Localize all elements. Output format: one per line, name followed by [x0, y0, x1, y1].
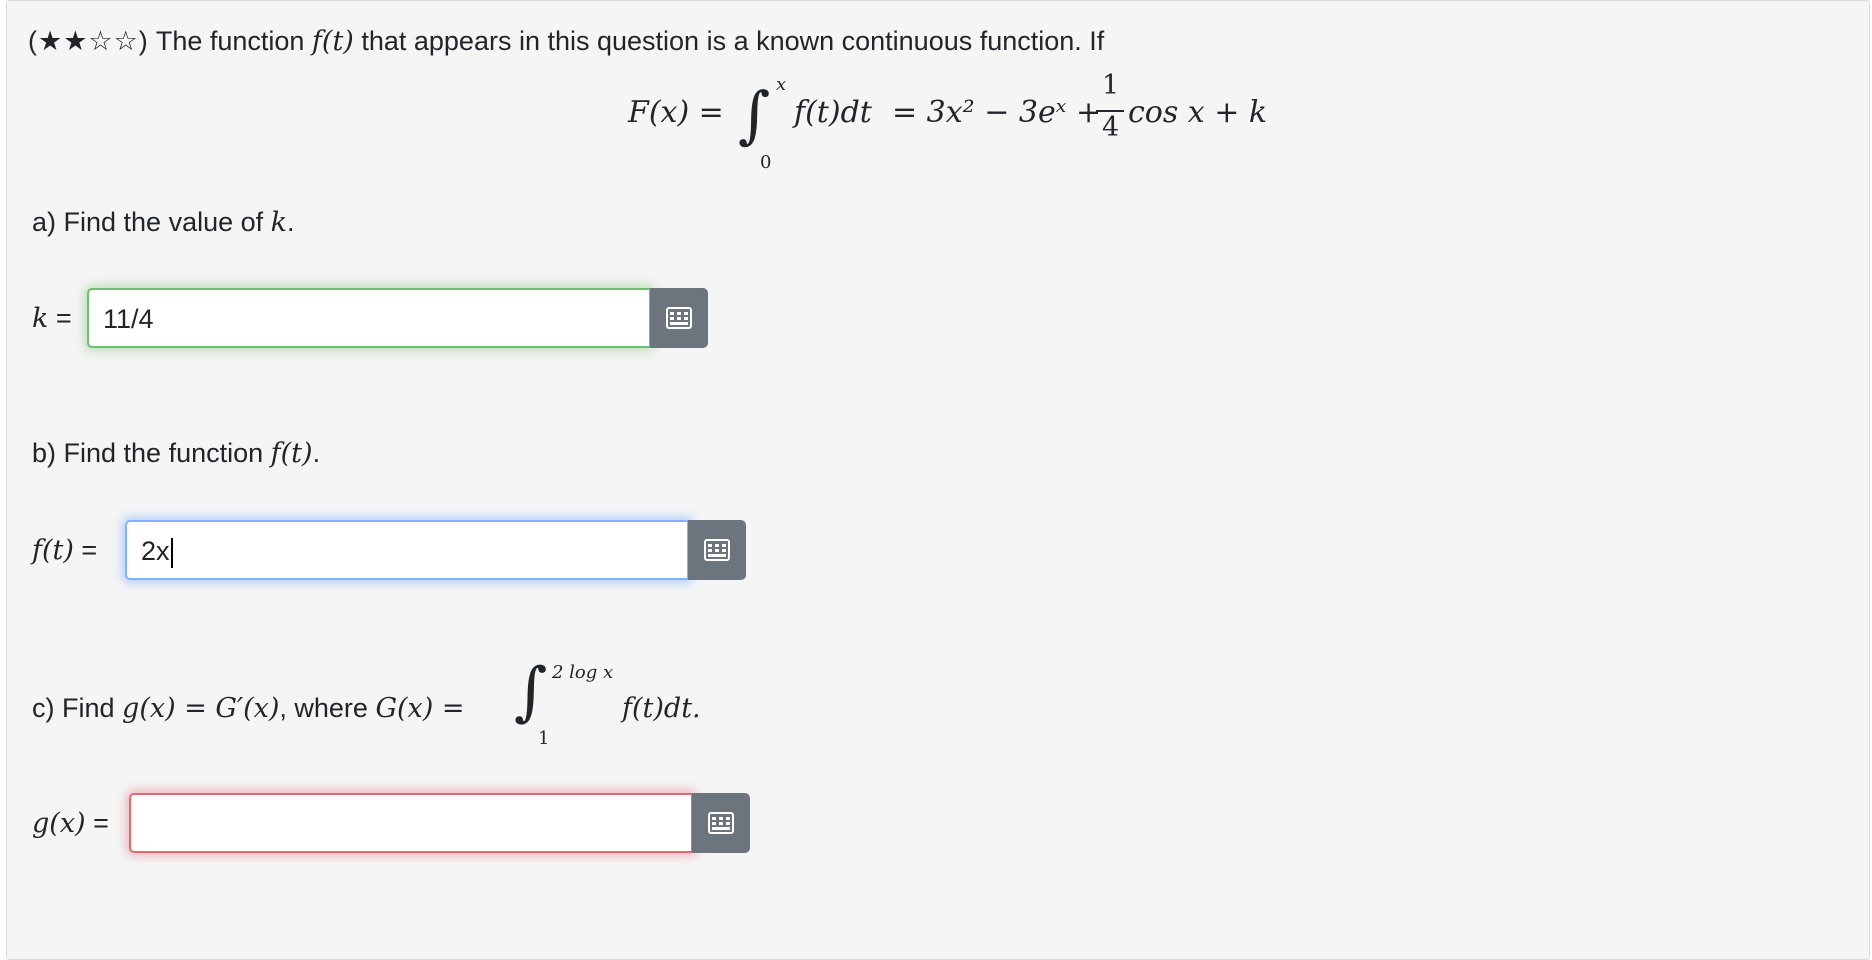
ft-answer-input[interactable]: 2x — [125, 520, 689, 580]
part-b-prompt-suffix: . — [312, 438, 321, 468]
fraction-numerator: 1 — [1102, 70, 1120, 101]
part-b-prompt-text: b) Find the function — [32, 438, 271, 468]
part-c-lower-limit: 1 — [538, 728, 550, 749]
part-b-label-eq: = — [73, 535, 98, 565]
integral-lower-limit: 0 — [760, 152, 772, 173]
formula-lhs: F(x) = — [628, 95, 724, 130]
k-answer-input[interactable]: 11/4 — [87, 288, 651, 348]
part-c-integrand: f(t)dt. — [622, 693, 701, 724]
part-b-input-label: f(t) = — [32, 535, 98, 566]
integral-sign: ∫ — [738, 78, 771, 151]
part-b-label-var: f(t) — [32, 535, 74, 566]
integral-upper-limit: x — [776, 74, 787, 95]
part-c-prompt: c) Find g(x) = G′(x), where G(x) = — [32, 693, 465, 724]
part-a-input-label: k = — [32, 303, 72, 334]
part-a-prompt-var: k — [270, 207, 288, 238]
keypad-grid-icon — [708, 812, 734, 834]
ft-answer-value: 2x — [141, 536, 170, 566]
keypad-grid-icon — [704, 539, 730, 561]
difficulty-stars: (★★☆☆) — [28, 26, 149, 56]
question-statement: (★★☆☆) The function f(t) that appears in… — [28, 26, 1105, 57]
part-a-prompt-text: a) Find the value of — [32, 207, 271, 237]
part-c-label-var: g(x) — [32, 808, 86, 839]
statement-text-2: that appears in this question is a known… — [353, 26, 1105, 56]
formula-middle: = 3x² − 3eˣ + — [892, 95, 1102, 130]
part-a-label-var: k — [32, 303, 49, 334]
part-c-prompt-math2: G(x) = — [375, 693, 465, 724]
fraction-denominator: 4 — [1102, 112, 1120, 143]
part-c-prompt-math1: g(x) = G′(x) — [122, 693, 280, 724]
k-answer-value: 11/4 — [103, 304, 154, 334]
part-b-prompt-var: f(t) — [270, 438, 313, 469]
part-b-prompt: b) Find the function f(t). — [32, 438, 321, 469]
part-a-keypad-button[interactable] — [650, 288, 708, 348]
formula-tail: cos x + k — [1128, 95, 1268, 130]
keypad-grid-icon — [666, 307, 692, 329]
part-c-input-group — [129, 793, 751, 853]
part-c-input-label: g(x) = — [32, 808, 109, 839]
part-c-prompt-text: c) Find — [32, 693, 123, 723]
part-a-prompt-suffix: . — [287, 207, 295, 237]
part-c-upper-limit: 2 log x — [552, 662, 614, 683]
part-a-input-group: 11/4 — [87, 288, 709, 348]
gx-answer-input[interactable] — [129, 793, 693, 853]
statement-func-var: f(t) — [311, 26, 354, 57]
text-caret — [170, 537, 173, 568]
formula-integrand: f(t)dt — [794, 95, 872, 130]
statement-text-1: The function — [148, 26, 312, 56]
part-a-prompt: a) Find the value of k. — [32, 207, 295, 238]
part-c-integral-sign: ∫ — [514, 655, 548, 729]
part-c-prompt-mid: , where — [279, 693, 376, 723]
part-c-keypad-button[interactable] — [692, 793, 750, 853]
part-b-keypad-button[interactable] — [688, 520, 746, 580]
part-a-label-eq: = — [48, 303, 72, 333]
part-b-input-group: 2x — [125, 520, 747, 580]
part-c-label-eq: = — [85, 808, 109, 838]
